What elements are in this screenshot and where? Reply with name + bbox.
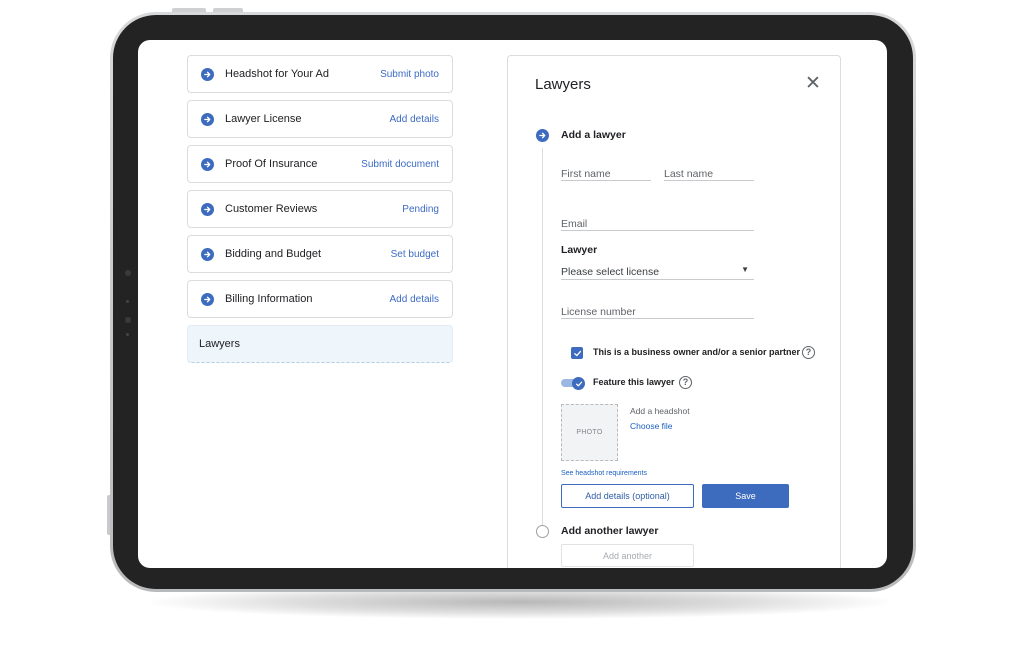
first-name-field[interactable]: First name [561,164,651,181]
task-label: Lawyers [199,338,240,350]
close-icon[interactable]: ✕ [805,74,821,93]
task-item-proof-of-insurance[interactable]: Proof Of Insurance Submit document [187,145,453,183]
feature-lawyer-label: Feature this lawyer [593,377,675,387]
help-icon[interactable]: ? [679,376,692,389]
license-select-value: Please select license [561,266,660,278]
last-name-field[interactable]: Last name [664,164,754,181]
task-item-lawyers[interactable]: Lawyers [187,325,453,363]
add-details-optional-button[interactable]: Add details (optional) [561,484,694,508]
feature-lawyer-toggle[interactable] [561,377,585,390]
business-owner-label: This is a business owner and/or a senior… [593,347,801,357]
arrow-right-icon [201,113,214,126]
add-headshot-label: Add a headshot [630,406,690,416]
camera-sensor [125,317,131,323]
add-details-link[interactable]: Add details [390,114,439,125]
choose-file-link[interactable]: Choose file [630,421,673,431]
first-name-placeholder: First name [561,168,611,180]
submit-document-link[interactable]: Submit document [361,159,439,170]
license-select[interactable]: Please select license ▼ [561,262,754,280]
add-another-button[interactable]: Add another [561,544,694,567]
submit-photo-link[interactable]: Submit photo [380,69,439,80]
task-label: Headshot for Your Ad [225,68,329,80]
arrow-right-icon [201,68,214,81]
lawyer-label: Lawyer [561,244,598,256]
business-owner-checkbox[interactable] [571,347,583,359]
tablet-screen: Headshot for Your Ad Submit photo Lawyer… [138,40,887,568]
license-number-field[interactable]: License number [561,302,754,319]
task-label: Bidding and Budget [225,248,322,260]
headshot-requirements-link[interactable]: See headshot requirements [561,470,647,477]
step-title-add-lawyer: Add a lawyer [561,129,626,141]
photo-placeholder-text: PHOTO [576,429,603,436]
task-item-bidding-budget[interactable]: Bidding and Budget Set budget [187,235,453,273]
task-item-billing-information[interactable]: Billing Information Add details [187,280,453,318]
arrow-right-icon [201,248,214,261]
arrow-right-icon [201,203,214,216]
task-label: Lawyer License [225,113,302,125]
lawyers-panel: Lawyers ✕ Add a lawyer First name Last n… [507,55,841,568]
task-item-headshot[interactable]: Headshot for Your Ad Submit photo [187,55,453,93]
dropdown-caret-icon: ▼ [741,265,749,274]
add-details-link[interactable]: Add details [390,294,439,305]
set-budget-link[interactable]: Set budget [391,249,439,260]
step-title-add-another-lawyer: Add another lawyer [561,525,659,537]
save-button[interactable]: Save [702,484,789,508]
sensor-dot [126,300,129,303]
step-circle-icon [536,525,549,538]
check-icon [572,377,585,390]
license-number-placeholder: License number [561,306,636,318]
last-name-placeholder: Last name [664,168,714,180]
task-label: Billing Information [225,293,313,305]
task-item-customer-reviews[interactable]: Customer Reviews Pending [187,190,453,228]
arrow-right-icon [536,129,549,142]
help-icon[interactable]: ? [802,346,815,359]
arrow-right-icon [201,158,214,171]
task-label: Customer Reviews [225,203,318,215]
task-item-lawyer-license[interactable]: Lawyer License Add details [187,100,453,138]
arrow-right-icon [201,293,214,306]
pending-status[interactable]: Pending [402,204,439,215]
email-placeholder: Email [561,218,588,230]
camera-sensor [125,270,131,276]
sensor-dot [126,333,129,336]
email-field[interactable]: Email [561,214,754,231]
photo-placeholder[interactable]: PHOTO [561,404,618,461]
panel-title: Lawyers [535,76,591,93]
task-label: Proof Of Insurance [225,158,318,170]
stepper-line [542,148,543,528]
